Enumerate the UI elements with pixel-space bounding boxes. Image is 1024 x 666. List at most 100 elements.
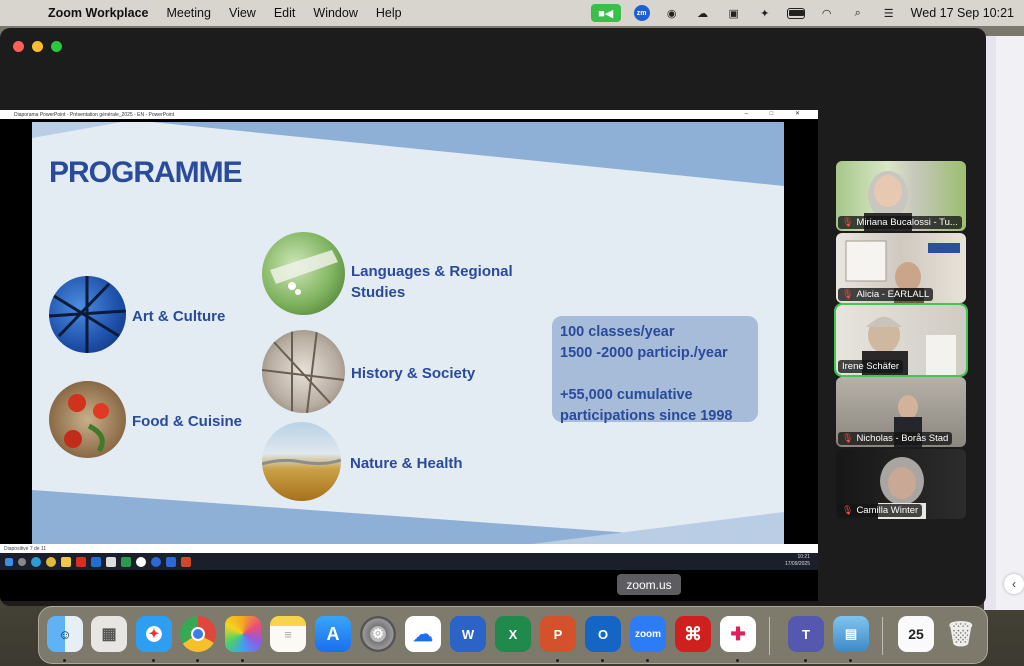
zoom-meeting-window: Diaporama PowerPoint - Présentation géné… xyxy=(0,28,986,606)
taskbar-teams-icon[interactable] xyxy=(121,556,131,567)
participant-name-label: 🎙 Miriana Bucalossi - Tu... xyxy=(838,216,962,229)
teams-status-icon[interactable]: ✦ xyxy=(756,5,774,21)
notes-icon[interactable]: ≡ xyxy=(270,616,306,652)
participant-tile-active-speaker[interactable]: Irene Schäfer xyxy=(834,303,968,377)
participant-name: Alicia - EARLALL xyxy=(856,289,930,300)
ppt-title-bar: Diaporama PowerPoint - Présentation géné… xyxy=(0,110,818,119)
taskbar-explorer-icon[interactable] xyxy=(61,556,71,567)
topic-history-society: History & Society xyxy=(351,365,476,382)
taskbar-app-icon[interactable] xyxy=(136,556,146,567)
taskbar-facebook-icon[interactable] xyxy=(151,556,161,567)
stats-line-3: +55,000 cumulative xyxy=(560,387,693,403)
slack-icon[interactable]: ✚ xyxy=(720,616,756,652)
background-window[interactable] xyxy=(984,36,1024,610)
grammarly-icon[interactable]: ◉ xyxy=(663,5,681,21)
menu-window[interactable]: Window xyxy=(313,6,357,20)
preview-icon[interactable]: ▤ xyxy=(833,616,869,652)
muted-mic-icon: 🎙 xyxy=(842,289,854,299)
taskbar-date: 17/09/2025 xyxy=(784,561,810,567)
taskbar-zoom-icon[interactable] xyxy=(166,556,176,567)
running-indicator xyxy=(804,659,807,662)
running-indicator xyxy=(736,659,739,662)
topic-food-cuisine: Food & Cuisine xyxy=(132,413,242,430)
taskbar-chrome-icon[interactable] xyxy=(46,556,56,567)
dock: ☺ ▦ ✦ ≡ A ⚙ ☁ W X P O zoom ⌘ ✚ T ▤ 25 🗑 xyxy=(38,606,988,664)
menu-meeting[interactable]: Meeting xyxy=(166,6,210,20)
muted-mic-icon: 🎙 xyxy=(842,433,854,443)
running-indicator xyxy=(556,659,559,662)
menu-view[interactable]: View xyxy=(229,6,256,20)
search-icon[interactable]: ⌕ xyxy=(849,5,867,21)
app-name-menu[interactable]: Zoom Workplace xyxy=(48,6,148,20)
taskbar-search-icon[interactable] xyxy=(18,557,26,566)
launchpad-icon[interactable]: ▦ xyxy=(91,616,127,652)
participant-tile[interactable]: 🎙 Nicholas - Borås Stad xyxy=(836,377,966,447)
zoom-video-status-icon[interactable]: ■◀ xyxy=(590,4,621,22)
ppt-window-controls: – □ ✕ xyxy=(744,111,810,117)
outlook-icon[interactable]: O xyxy=(585,616,621,652)
windows-start-icon[interactable] xyxy=(5,557,13,566)
status-area: ■◀ zm ◉ ☁ ▣ ✦ ◠ ⌕ ☰ Wed 17 Sep 10:21 xyxy=(590,0,1014,26)
fullscreen-window-button[interactable] xyxy=(51,41,62,52)
taskbar-powerpoint-icon[interactable] xyxy=(181,556,191,567)
art-culture-image xyxy=(49,276,126,353)
menu-bar-clock[interactable]: Wed 17 Sep 10:21 xyxy=(911,6,1014,20)
taskbar-store-icon[interactable] xyxy=(106,556,116,567)
stats-line-2: 1500 -2000 particip./year xyxy=(560,345,728,361)
photos-icon[interactable] xyxy=(225,616,261,652)
food-cuisine-image xyxy=(49,381,126,458)
participant-tile[interactable]: 🎙 Alicia - EARLALL xyxy=(836,233,966,303)
onedrive-icon[interactable]: ☁ xyxy=(405,616,441,652)
muted-mic-icon: 🎙 xyxy=(842,505,854,515)
wifi-icon[interactable]: ◠ xyxy=(818,5,836,21)
system-settings-icon[interactable]: ⚙ xyxy=(360,616,396,652)
windows-taskbar: 10:21 17/09/2025 xyxy=(0,553,818,570)
participant-name-label: Irene Schäfer xyxy=(838,360,904,373)
safari-icon[interactable]: ✦ xyxy=(136,616,172,652)
taskbar-outlook-icon[interactable] xyxy=(91,556,101,567)
participant-name: Irene Schäfer xyxy=(842,361,900,372)
participant-name-label: 🎙 Nicholas - Borås Stad xyxy=(838,432,953,445)
excel-icon[interactable]: X xyxy=(495,616,531,652)
minimize-window-button[interactable] xyxy=(32,41,43,52)
history-society-image xyxy=(262,330,345,413)
participant-tile[interactable]: 🎙 Miriana Bucalossi - Tu... xyxy=(836,161,966,231)
slide-counter: Diapositive 7 de 11 xyxy=(4,545,47,552)
zoom-status-icon[interactable]: zm xyxy=(633,5,650,21)
running-indicator xyxy=(152,659,155,662)
cloud-icon[interactable]: ☁ xyxy=(694,5,712,21)
ppt-status-bar: Diapositive 7 de 11 xyxy=(0,544,818,553)
dock-separator xyxy=(882,617,883,655)
languages-image xyxy=(262,232,345,315)
chrome-icon[interactable] xyxy=(180,616,216,652)
taskbar-clock: 10:21 17/09/2025 xyxy=(785,554,810,568)
topic-nature-health: Nature & Health xyxy=(350,455,463,472)
menu-edit[interactable]: Edit xyxy=(274,6,296,20)
muted-mic-icon: 🎙 xyxy=(842,217,854,227)
word-icon[interactable]: W xyxy=(450,616,486,652)
battery-icon[interactable] xyxy=(786,5,805,21)
taskbar-edge-icon[interactable] xyxy=(31,556,41,567)
taskbar-youtube-icon[interactable] xyxy=(76,556,86,567)
app-store-icon[interactable]: A xyxy=(315,616,351,652)
screen-share-icon[interactable]: ▣ xyxy=(725,5,743,21)
control-center-icon[interactable]: ☰ xyxy=(880,5,898,21)
acrobat-icon[interactable]: ⌘ xyxy=(675,616,711,652)
running-indicator xyxy=(196,659,199,662)
running-indicator xyxy=(63,659,66,662)
chevron-left-icon[interactable]: ‹ xyxy=(1004,574,1024,594)
menu-help[interactable]: Help xyxy=(376,6,402,20)
powerpoint-icon[interactable]: P xyxy=(540,616,576,652)
menu-bar: Zoom Workplace Meeting View Edit Window … xyxy=(0,0,1024,26)
zoom-icon[interactable]: zoom xyxy=(630,616,666,652)
stats-box: 100 classes/year 1500 -2000 particip./ye… xyxy=(552,316,758,424)
finder-icon[interactable]: ☺ xyxy=(47,616,83,652)
calendar-document-icon[interactable]: 25 xyxy=(898,616,934,652)
close-window-button[interactable] xyxy=(13,41,24,52)
presentation-slide: PROGRAMME Art & Culture Food & Cuisine L… xyxy=(32,122,784,544)
participant-tile[interactable]: 🎙 Camilla Winter xyxy=(836,449,966,519)
participant-name: Camilla Winter xyxy=(856,505,919,516)
teams-icon[interactable]: T xyxy=(788,616,824,652)
trash-icon[interactable]: 🗑 xyxy=(943,616,979,652)
dock-tooltip: zoom.us xyxy=(617,574,681,595)
